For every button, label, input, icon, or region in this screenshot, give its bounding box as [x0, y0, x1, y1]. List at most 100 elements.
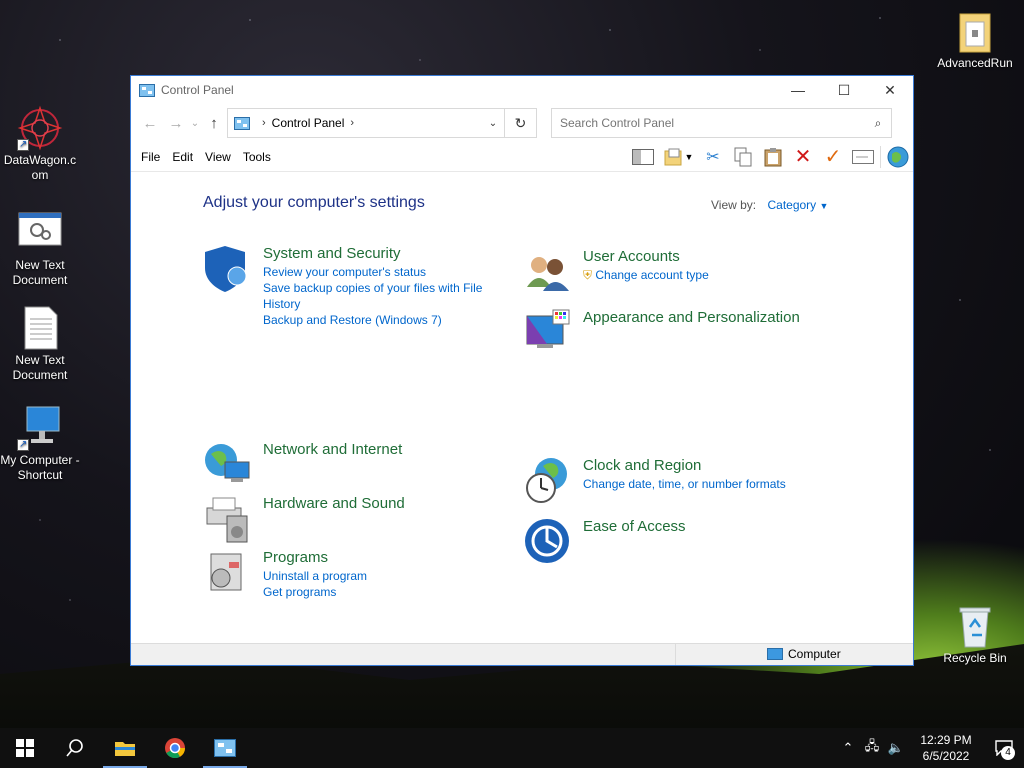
rename-button[interactable]	[848, 144, 878, 170]
title-bar[interactable]: Control Panel — ☐ ✕	[131, 76, 913, 104]
menu-file[interactable]: File	[135, 150, 166, 164]
desktop-icon-label: DataWagon.c om	[3, 153, 77, 182]
address-bar[interactable]: › Control Panel › ⌄ ↻	[227, 108, 537, 138]
delete-button[interactable]: ✕	[788, 144, 818, 170]
up-arrow-icon: ↑	[210, 114, 218, 132]
desktop-icon-new-text-document-2[interactable]: New Text Document	[0, 305, 80, 383]
menu-view[interactable]: View	[199, 150, 237, 164]
desktop-icon-my-computer-shortcut[interactable]: My Computer - Shortcut	[0, 405, 80, 483]
notification-badge: 4	[1001, 746, 1015, 760]
desktop-icon-new-text-document[interactable]: New Text Document	[0, 210, 80, 288]
desktop-icon-advancedrun[interactable]: AdvancedRun	[935, 8, 1015, 71]
preview-pane-icon	[632, 148, 654, 165]
folder-view-icon	[664, 148, 682, 165]
text-file-icon	[17, 305, 63, 351]
maximize-button[interactable]: ☐	[821, 76, 867, 104]
scissors-icon: ✂	[706, 148, 720, 166]
status-divider	[675, 644, 676, 665]
programs-icon	[210, 553, 242, 591]
start-button[interactable]	[0, 728, 50, 768]
category-title[interactable]: Ease of Access	[583, 517, 686, 537]
copy-button[interactable]	[728, 144, 758, 170]
close-icon: ✕	[884, 81, 896, 98]
desktop-icon-label: My Computer - Shortcut	[0, 453, 80, 482]
status-zone: Computer	[767, 647, 841, 661]
category-user-accounts: User Accounts ⛨ Change account type	[523, 247, 709, 297]
control-panel-taskbar-button[interactable]	[200, 728, 250, 768]
category-title[interactable]: Network and Internet	[263, 440, 402, 460]
search-taskbar-button[interactable]	[50, 728, 100, 768]
category-title[interactable]: Appearance and Personalization	[583, 308, 800, 328]
notification-center-button[interactable]: 4	[984, 728, 1024, 768]
volume-icon[interactable]: 🔈	[884, 740, 908, 756]
category-title[interactable]: Hardware and Sound	[263, 494, 405, 514]
link-backup-restore[interactable]: Backup and Restore (Windows 7)	[263, 312, 488, 328]
clock-date: 6/5/2022	[922, 749, 970, 763]
clock-globe-icon	[526, 458, 567, 503]
printer-icon	[206, 497, 248, 543]
close-button[interactable]: ✕	[867, 76, 913, 104]
windows-logo-icon	[16, 739, 34, 757]
internet-options-button[interactable]	[883, 144, 913, 170]
recent-locations-button[interactable]: ⌄	[189, 109, 201, 137]
file-explorer-button[interactable]	[100, 728, 150, 768]
link-change-formats[interactable]: Change date, time, or number formats	[583, 476, 786, 492]
view-by: View by: Category ▼	[711, 198, 828, 212]
desktop-icon-label: Recycle Bin	[943, 651, 1007, 665]
category-title[interactable]: Clock and Region	[583, 456, 786, 476]
category-hardware-sound: Hardware and Sound	[203, 494, 405, 544]
category-title[interactable]: System and Security	[263, 244, 488, 264]
minimize-button[interactable]: —	[775, 76, 821, 104]
link-change-account-type[interactable]: ⛨ Change account type	[583, 267, 709, 283]
paste-button[interactable]	[758, 144, 788, 170]
paste-icon	[764, 147, 782, 166]
change-view-button[interactable]: ▼	[658, 144, 698, 170]
chrome-button[interactable]	[150, 728, 200, 768]
menu-edit[interactable]: Edit	[166, 150, 199, 164]
chrome-icon	[165, 738, 186, 759]
search-icon	[66, 739, 83, 757]
desktop-icon-label: New Text Document	[12, 258, 68, 287]
link-get-programs[interactable]: Get programs	[263, 584, 367, 600]
preview-pane-button[interactable]	[628, 144, 658, 170]
chevron-down-icon: ▼	[819, 201, 829, 211]
shortcut-arrow-icon	[17, 137, 29, 152]
address-dropdown-icon[interactable]: ⌄	[482, 118, 504, 129]
status-computer-label: Computer	[788, 647, 841, 661]
link-uninstall-program[interactable]: Uninstall a program	[263, 568, 367, 584]
chevron-up-icon[interactable]: ⌃	[836, 740, 860, 756]
shield-icon	[205, 246, 247, 292]
link-review-status[interactable]: Review your computer's status	[263, 264, 488, 280]
view-by-value: Category	[767, 198, 817, 212]
network-globe-icon	[205, 444, 250, 482]
breadcrumb-separator-icon[interactable]: ›	[350, 117, 354, 129]
clock[interactable]: 12:29 PM 6/5/2022	[908, 732, 984, 764]
cut-button[interactable]: ✂	[698, 144, 728, 170]
search-input[interactable]	[560, 116, 865, 130]
up-button[interactable]: ↑	[201, 109, 227, 137]
breadcrumb-control-panel[interactable]: Control Panel	[272, 116, 345, 130]
text-document-icon	[17, 210, 63, 256]
desktop-icon-datawagon[interactable]: DataWagon.c om	[0, 105, 80, 183]
appearance-icon	[526, 309, 570, 348]
rename-icon	[852, 149, 874, 164]
link-file-history[interactable]: Save backup copies of your files with Fi…	[263, 280, 488, 312]
back-button[interactable]: ←	[137, 109, 163, 137]
view-by-dropdown[interactable]: Category ▼	[767, 198, 828, 212]
category-system-security: System and Security Review your computer…	[203, 244, 488, 328]
forward-button[interactable]: →	[163, 109, 189, 137]
search-box[interactable]: ⌕	[551, 108, 892, 138]
network-icon[interactable]: 🖧	[860, 737, 884, 759]
view-by-label: View by:	[711, 198, 757, 212]
category-title[interactable]: User Accounts	[583, 247, 709, 267]
desktop-icon-recycle-bin[interactable]: Recycle Bin	[935, 603, 1015, 666]
search-icon: ⌕	[874, 115, 882, 130]
refresh-button[interactable]: ↻	[504, 109, 536, 137]
maximize-icon: ☐	[837, 81, 851, 98]
properties-check-button[interactable]: ✓	[818, 144, 848, 170]
folder-icon	[952, 8, 998, 54]
minimize-icon: —	[791, 82, 805, 98]
category-network-internet: Network and Internet	[203, 440, 402, 490]
category-title[interactable]: Programs	[263, 548, 367, 568]
menu-tools[interactable]: Tools	[237, 150, 277, 164]
